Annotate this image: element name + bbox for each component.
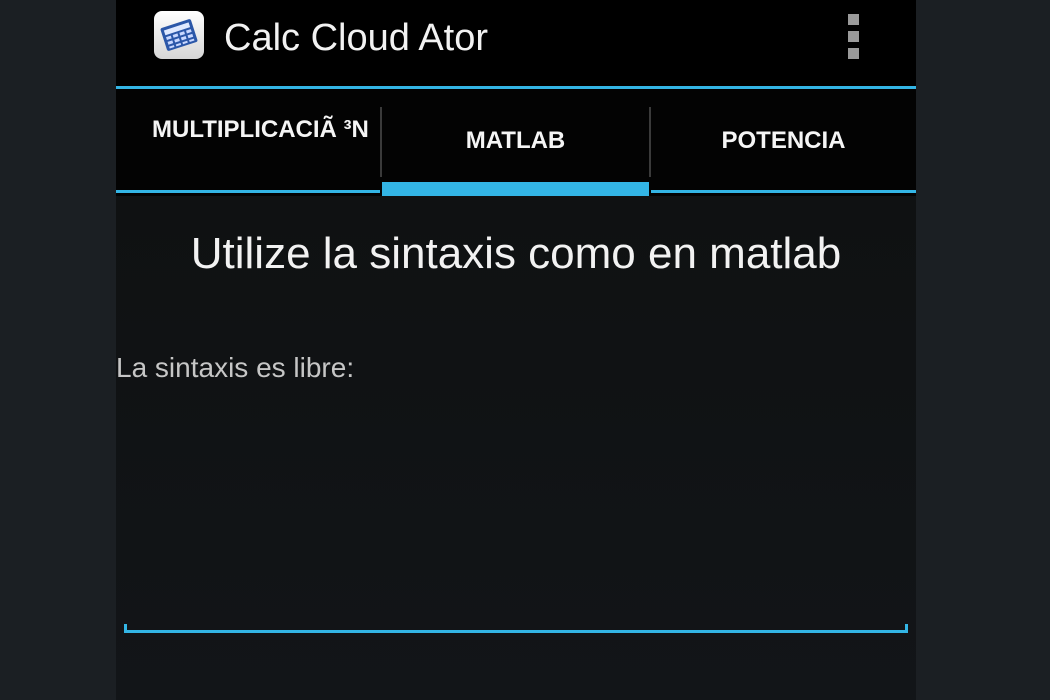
overflow-menu-icon[interactable]: [838, 10, 870, 64]
tab-label: MULTIPLICACIÃ ³N: [152, 116, 369, 143]
tab-label: POTENCIA: [721, 127, 846, 154]
selected-tab-indicator: [382, 182, 649, 196]
tab-potencia[interactable]: POTENCIA: [651, 89, 916, 193]
tab-underline: [116, 190, 380, 193]
action-bar: Calc Cloud Ator: [116, 0, 916, 86]
syntax-input[interactable]: [124, 400, 912, 640]
tab-bar: MULTIPLICACIÃ ³N MATLAB POTENCIA: [116, 89, 916, 196]
input-corner-left: [124, 624, 127, 633]
calculator-icon[interactable]: [154, 11, 204, 59]
input-underline: [124, 630, 908, 633]
tab-label: MATLAB: [465, 127, 566, 154]
app-screen: Calc Cloud Ator MULTIPLICACIÃ ³N MATLAB …: [116, 0, 916, 700]
right-background: [916, 0, 1050, 700]
input-corner-right: [905, 624, 908, 633]
tab-matlab[interactable]: MATLAB: [382, 89, 649, 193]
left-background: [0, 0, 116, 700]
tab-multiplicacion[interactable]: MULTIPLICACIÃ ³N: [116, 89, 380, 193]
app-title: Calc Cloud Ator: [224, 17, 489, 59]
tab-underline: [651, 190, 916, 193]
page-heading: Utilize la sintaxis como en matlab: [190, 229, 842, 278]
syntax-field-label: La sintaxis es libre:: [116, 352, 355, 383]
